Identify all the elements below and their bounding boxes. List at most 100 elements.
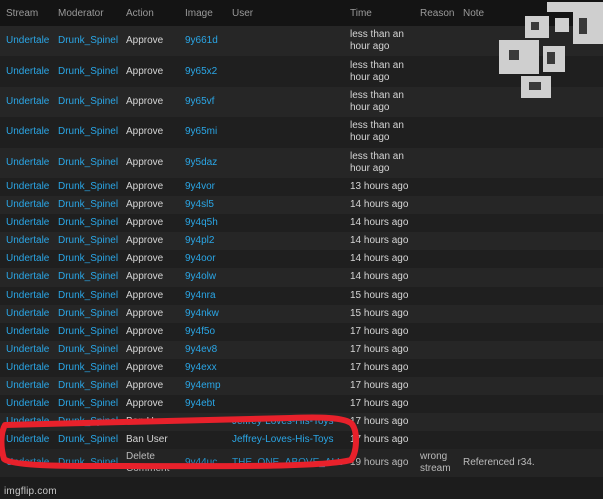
cell-moderator[interactable]: Drunk_Spinel — [52, 304, 120, 323]
cell-stream[interactable]: Undertale — [0, 232, 52, 251]
cell-moderator[interactable]: Drunk_Spinel — [52, 196, 120, 215]
cell-time: 17 hours ago — [344, 376, 414, 396]
cell-moderator[interactable]: Drunk_Spinel — [52, 117, 120, 148]
header-stream: Stream — [0, 0, 52, 26]
cell-image[interactable]: 9y65vf — [179, 86, 226, 118]
cell-time: 14 hours ago — [344, 232, 414, 251]
cell-user — [226, 196, 344, 215]
cell-stream[interactable]: Undertale — [0, 117, 52, 148]
cell-stream[interactable]: Undertale — [0, 26, 52, 57]
cell-moderator[interactable]: Drunk_Spinel — [52, 449, 120, 478]
cell-user — [226, 86, 344, 118]
cell-moderator[interactable]: Drunk_Spinel — [52, 322, 120, 341]
cell-reason — [414, 340, 457, 359]
cell-time: 13 hours ago — [344, 177, 414, 197]
cell-stream[interactable]: Undertale — [0, 376, 52, 396]
cell-stream[interactable]: Undertale — [0, 177, 52, 197]
cell-moderator[interactable]: Drunk_Spinel — [52, 232, 120, 251]
cell-image[interactable]: 9y65mi — [179, 117, 226, 148]
cell-note — [457, 250, 603, 269]
cell-moderator[interactable]: Drunk_Spinel — [52, 214, 120, 233]
header-reason: Reason — [414, 0, 457, 26]
cell-stream[interactable]: Undertale — [0, 214, 52, 233]
cell-user — [226, 214, 344, 233]
cell-image[interactable]: 9y44uc — [179, 449, 226, 478]
cell-user[interactable]: THE_ONE_ABOVE_ALL — [226, 449, 344, 478]
cell-image[interactable]: 9y4oor — [179, 250, 226, 269]
cell-time: 17 hours ago — [344, 395, 414, 414]
cell-stream[interactable]: Undertale — [0, 86, 52, 118]
cell-moderator[interactable]: Drunk_Spinel — [52, 395, 120, 414]
cell-stream[interactable]: Undertale — [0, 268, 52, 287]
cell-moderator[interactable]: Drunk_Spinel — [52, 358, 120, 377]
cell-moderator[interactable]: Drunk_Spinel — [52, 413, 120, 432]
cell-image[interactable]: 9y4f5o — [179, 322, 226, 341]
cell-action: Approve — [120, 358, 179, 377]
cell-stream[interactable]: Undertale — [0, 286, 52, 305]
cell-action: Approve — [120, 196, 179, 215]
cell-moderator[interactable]: Drunk_Spinel — [52, 268, 120, 287]
table-row: Undertale Drunk_Spinel Approve 9y4pl2 14 hou… — [0, 232, 603, 251]
cell-user[interactable]: Jeffrey-Loves-His-Toys — [226, 413, 344, 432]
cell-moderator[interactable]: Drunk_Spinel — [52, 86, 120, 118]
cell-stream[interactable]: Undertale — [0, 358, 52, 377]
cell-stream[interactable]: Undertale — [0, 395, 52, 414]
cell-stream[interactable]: Undertale — [0, 147, 52, 178]
cell-image[interactable]: 9y65x2 — [179, 56, 226, 87]
cell-stream[interactable]: Undertale — [0, 431, 52, 450]
cell-reason — [414, 86, 457, 118]
cell-note — [457, 322, 603, 341]
cell-image[interactable]: 9y5daz — [179, 147, 226, 178]
cell-action: Approve — [120, 304, 179, 323]
cell-image[interactable]: 9y4vor — [179, 177, 226, 197]
cell-time: 14 hours ago — [344, 250, 414, 269]
cell-image[interactable]: 9y4sl5 — [179, 196, 226, 215]
cell-stream[interactable]: Undertale — [0, 250, 52, 269]
cell-user — [226, 147, 344, 178]
cell-user — [226, 286, 344, 305]
cell-image[interactable]: 9y4exx — [179, 358, 226, 377]
cell-time: less than an hour ago — [344, 117, 414, 148]
cell-moderator[interactable]: Drunk_Spinel — [52, 340, 120, 359]
cell-stream[interactable]: Undertale — [0, 56, 52, 87]
cell-image[interactable]: 9y4nkw — [179, 304, 226, 323]
cell-moderator[interactable]: Drunk_Spinel — [52, 177, 120, 197]
cell-time: 17 hours ago — [344, 322, 414, 341]
cell-moderator[interactable]: Drunk_Spinel — [52, 26, 120, 57]
cell-image[interactable]: 9y4emp — [179, 376, 226, 396]
cell-time: 14 hours ago — [344, 214, 414, 233]
cell-moderator[interactable]: Drunk_Spinel — [52, 250, 120, 269]
cell-note — [457, 177, 603, 197]
cell-time: 17 hours ago — [344, 413, 414, 432]
cell-image[interactable]: 9y4ev8 — [179, 340, 226, 359]
cell-note — [457, 395, 603, 414]
header-moderator: Moderator — [52, 0, 120, 26]
cell-moderator[interactable]: Drunk_Spinel — [52, 147, 120, 178]
cell-image[interactable]: 9y4olw — [179, 268, 226, 287]
cell-moderator[interactable]: Drunk_Spinel — [52, 376, 120, 396]
cell-stream[interactable]: Undertale — [0, 322, 52, 341]
cell-stream[interactable]: Undertale — [0, 449, 52, 478]
cell-moderator[interactable]: Drunk_Spinel — [52, 56, 120, 87]
cell-reason — [414, 177, 457, 197]
cell-stream[interactable]: Undertale — [0, 340, 52, 359]
cell-time: 17 hours ago — [344, 358, 414, 377]
cell-user[interactable]: Jeffrey-Loves-His-Toys — [226, 431, 344, 450]
cell-reason — [414, 304, 457, 323]
table-row: Undertale Drunk_Spinel Approve 9y4nkw 15 hou… — [0, 304, 603, 323]
cell-reason: wrong stream — [414, 449, 457, 478]
cell-stream[interactable]: Undertale — [0, 196, 52, 215]
cell-action: Approve — [120, 232, 179, 251]
cell-action: Approve — [120, 56, 179, 87]
cell-stream[interactable]: Undertale — [0, 304, 52, 323]
cell-image[interactable]: 9y4q5h — [179, 214, 226, 233]
table-row: Undertale Drunk_Spinel Ban User Jeffrey-Lov… — [0, 413, 603, 432]
cell-moderator[interactable]: Drunk_Spinel — [52, 286, 120, 305]
cell-note — [457, 214, 603, 233]
cell-stream[interactable]: Undertale — [0, 413, 52, 432]
cell-moderator[interactable]: Drunk_Spinel — [52, 431, 120, 450]
cell-image[interactable]: 9y661d — [179, 26, 226, 57]
cell-image[interactable]: 9y4nra — [179, 286, 226, 305]
cell-image[interactable]: 9y4pl2 — [179, 232, 226, 251]
cell-image[interactable]: 9y4ebt — [179, 395, 226, 414]
